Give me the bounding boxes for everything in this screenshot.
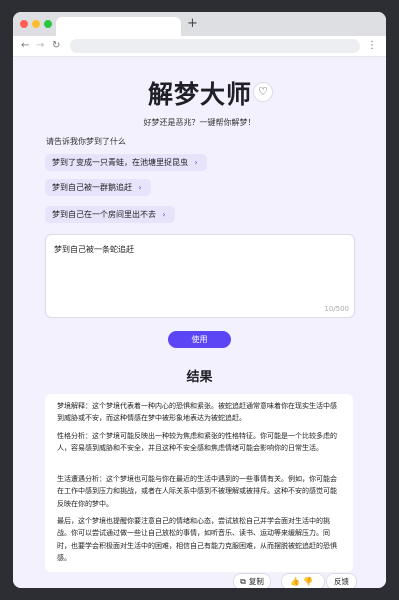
maximize-window-button[interactable] [44, 20, 52, 28]
example-chip-frog[interactable]: 梦到了变成一只青蛙，在池塘里捉昆虫 › [45, 154, 207, 171]
rating-group: 👍 👎 [281, 573, 325, 588]
close-window-button[interactable] [20, 20, 28, 28]
browser-menu-icon[interactable]: ⋮ [367, 39, 377, 53]
page-content: 解梦大师 ♡ 好梦还是恶兆？一键帮你解梦！ 请告诉我你梦到了什么 梦到了变成一只… [13, 57, 386, 588]
feedback-button[interactable]: 反馈 [326, 573, 357, 588]
reload-icon[interactable]: ↻ [52, 39, 60, 53]
new-tab-button[interactable]: + [187, 16, 198, 32]
page-title: 解梦大师 [148, 80, 253, 109]
chevron-right-icon: › [162, 210, 166, 219]
thumbs-up-icon[interactable]: 👍 [290, 577, 300, 586]
example-chip-room[interactable]: 梦到自己在一个房间里出不去 › [45, 206, 175, 223]
chevron-right-icon: › [194, 158, 198, 167]
page-subtitle: 好梦还是恶兆？一键帮你解梦！ [143, 118, 256, 127]
copy-button[interactable]: ⧉ 复制 [233, 573, 271, 588]
example-chip-label: 梦到了变成一只青蛙，在池塘里捉昆虫 [52, 158, 188, 167]
thumbs-down-icon[interactable]: 👎 [303, 577, 313, 586]
example-chip-geese[interactable]: 梦到自己被一群鹅追赶 › [45, 179, 151, 196]
back-icon[interactable]: ← [21, 39, 29, 53]
result-paragraph: 性格分析：这个梦境可能反映出一种较为焦虑和紧张的性格特征。你可能是一个比较多虑的… [57, 432, 337, 453]
character-counter: 10/500 [324, 305, 349, 313]
favorite-heart-icon[interactable]: ♡ [253, 82, 273, 102]
browser-tab[interactable] [56, 17, 181, 36]
chevron-right-icon: › [138, 183, 142, 192]
use-button[interactable]: 使用 [168, 331, 231, 348]
browser-titlebar: + [13, 12, 386, 36]
result-card: 梦境解释：这个梦境代表着一种内心的恐惧和紧张。被蛇追赶通常意味着你在现实生活中感… [45, 394, 353, 572]
browser-window: + ← → ↻ ⋮ 解梦大师 ♡ 好梦还是恶兆？一键帮你解梦！ 请告诉我你梦到了… [13, 12, 386, 588]
dream-prompt-label: 请告诉我你梦到了什么 [46, 137, 126, 146]
forward-icon[interactable]: → [36, 39, 44, 53]
dream-input-value: 梦到自己被一条蛇追赶 [54, 245, 134, 254]
result-paragraph: 生活遭遇分析：这个梦境也可能与你在最近的生活中遇到的一些事情有关。例如，你可能会… [57, 475, 337, 508]
minimize-window-button[interactable] [32, 20, 40, 28]
address-bar[interactable] [70, 39, 360, 53]
example-chip-label: 梦到自己被一群鹅追赶 [52, 183, 132, 192]
copy-label: 复制 [248, 577, 264, 586]
dream-input[interactable]: 梦到自己被一条蛇追赶 10/500 [45, 234, 355, 318]
example-chip-label: 梦到自己在一个房间里出不去 [52, 210, 156, 219]
browser-toolbar: ← → ↻ ⋮ [13, 36, 386, 57]
result-paragraph: 最后，这个梦境也提醒你要注意自己的情绪和心态，尝试放松自己并学会面对生活中的挑战… [57, 517, 337, 562]
copy-icon: ⧉ [240, 577, 246, 586]
result-paragraph: 梦境解释：这个梦境代表着一种内心的恐惧和紧张。被蛇追赶通常意味着你在现实生活中感… [57, 402, 337, 423]
result-title: 结果 [186, 370, 213, 385]
